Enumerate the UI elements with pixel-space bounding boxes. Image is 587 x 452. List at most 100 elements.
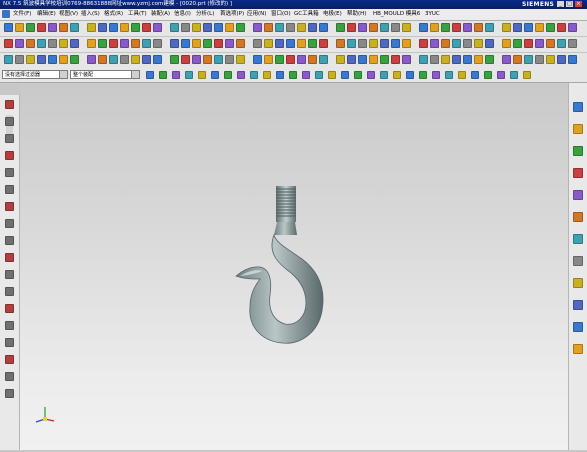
toolbar-tool-icon[interactable]: [568, 39, 577, 48]
toolbar-tool-icon[interactable]: [59, 39, 68, 48]
toolbar-tool-icon[interactable]: [170, 39, 179, 48]
toolbar-tool-icon[interactable]: [557, 23, 566, 32]
toolbar-tool-icon[interactable]: [568, 55, 577, 64]
menu-application[interactable]: 应用(N): [247, 9, 266, 20]
toolbar-tool-icon[interactable]: [452, 55, 461, 64]
trim-icon[interactable]: [5, 287, 14, 296]
extend-icon[interactable]: [5, 304, 14, 313]
selection-tool-icon[interactable]: [328, 71, 336, 79]
toolbar-tool-icon[interactable]: [153, 23, 162, 32]
circle-icon[interactable]: [5, 168, 14, 177]
selection-tool-icon[interactable]: [523, 71, 531, 79]
selection-tool-icon[interactable]: [315, 71, 323, 79]
selection-tool-icon[interactable]: [211, 71, 219, 79]
toolbar-tool-icon[interactable]: [120, 23, 129, 32]
menu-3yuc[interactable]: 3YUC: [425, 9, 440, 20]
selection-tool-icon[interactable]: [419, 71, 427, 79]
toolbar-tool-icon[interactable]: [48, 39, 57, 48]
selection-tool-icon[interactable]: [263, 71, 271, 79]
toolbar-tool-icon[interactable]: [535, 23, 544, 32]
toolbar-tool-icon[interactable]: [502, 23, 511, 32]
toolbar-tool-icon[interactable]: [109, 39, 118, 48]
toolbar-tool-icon[interactable]: [70, 23, 79, 32]
constraint-icon[interactable]: [5, 338, 14, 347]
toolbar-tool-icon[interactable]: [59, 55, 68, 64]
toolbar-tool-icon[interactable]: [297, 23, 306, 32]
toolbar-tool-icon[interactable]: [236, 23, 245, 32]
selection-tool-icon[interactable]: [497, 71, 505, 79]
toolbar-tool-icon[interactable]: [430, 55, 439, 64]
assembly-navigator-icon[interactable]: [573, 102, 583, 112]
toolbar-tool-icon[interactable]: [419, 55, 428, 64]
toolbar-tool-icon[interactable]: [15, 55, 24, 64]
toolbar-tool-icon[interactable]: [264, 39, 273, 48]
part-navigator-icon[interactable]: [5, 100, 14, 109]
scope-select[interactable]: 整个装配: [70, 70, 140, 79]
selection-tool-icon[interactable]: [406, 71, 414, 79]
toolbar-tool-icon[interactable]: [380, 23, 389, 32]
toolbar-tool-icon[interactable]: [214, 39, 223, 48]
toolbar-tool-icon[interactable]: [441, 55, 450, 64]
chamfer-icon[interactable]: [5, 202, 14, 211]
toolbar-tool-icon[interactable]: [131, 39, 140, 48]
menu-electrode[interactable]: 电极(E): [323, 9, 342, 20]
toolbar-tool-icon[interactable]: [192, 55, 201, 64]
menu-window[interactable]: 窗口(O): [271, 9, 291, 20]
toolbar-tool-icon[interactable]: [170, 55, 179, 64]
selection-tool-icon[interactable]: [172, 71, 180, 79]
toolbar-tool-icon[interactable]: [402, 55, 411, 64]
selection-tool-icon[interactable]: [237, 71, 245, 79]
toolbar-tool-icon[interactable]: [452, 39, 461, 48]
toolbar-tool-icon[interactable]: [253, 39, 262, 48]
selection-tool-icon[interactable]: [393, 71, 401, 79]
toolbar-tool-icon[interactable]: [502, 55, 511, 64]
toolbar-tool-icon[interactable]: [142, 55, 151, 64]
selection-tool-icon[interactable]: [471, 71, 479, 79]
toolbar-tool-icon[interactable]: [275, 39, 284, 48]
type-filter-select[interactable]: 没有选择过滤器: [2, 70, 68, 79]
toolbar-tool-icon[interactable]: [214, 55, 223, 64]
toolbar-tool-icon[interactable]: [26, 55, 35, 64]
toolbar-tool-icon[interactable]: [131, 55, 140, 64]
toolbar-tool-icon[interactable]: [535, 55, 544, 64]
toolbar-tool-icon[interactable]: [513, 39, 522, 48]
part-navigator-icon[interactable]: [573, 146, 583, 156]
offset-icon[interactable]: [5, 270, 14, 279]
toolbar-tool-icon[interactable]: [236, 55, 245, 64]
toolbar-tool-icon[interactable]: [142, 23, 151, 32]
selection-tool-icon[interactable]: [367, 71, 375, 79]
toolbar-tool-icon[interactable]: [275, 23, 284, 32]
selection-tool-icon[interactable]: [458, 71, 466, 79]
toolbar-tool-icon[interactable]: [524, 39, 533, 48]
toolbar-tool-icon[interactable]: [336, 39, 345, 48]
mirror-icon[interactable]: [5, 321, 14, 330]
toolbar-tool-icon[interactable]: [15, 23, 24, 32]
toolbar-tool-icon[interactable]: [358, 23, 367, 32]
toolbar-tool-icon[interactable]: [502, 39, 511, 48]
toolbar-tool-icon[interactable]: [153, 39, 162, 48]
toolbar-tool-icon[interactable]: [535, 39, 544, 48]
toolbar-tool-icon[interactable]: [48, 55, 57, 64]
toolbar-tool-icon[interactable]: [430, 23, 439, 32]
menu-tools[interactable]: 工具(T): [128, 9, 147, 20]
toolbar-tool-icon[interactable]: [181, 23, 190, 32]
selection-tool-icon[interactable]: [484, 71, 492, 79]
toolbar-tool-icon[interactable]: [87, 55, 96, 64]
toolbar-tool-icon[interactable]: [485, 39, 494, 48]
toolbar-tool-icon[interactable]: [513, 23, 522, 32]
menu-analysis[interactable]: 分析(L): [196, 9, 214, 20]
dimension-icon[interactable]: [5, 355, 14, 364]
selection-tool-icon[interactable]: [224, 71, 232, 79]
toolbar-tool-icon[interactable]: [181, 55, 190, 64]
toolbar-tool-icon[interactable]: [4, 23, 13, 32]
toolbar-tool-icon[interactable]: [452, 23, 461, 32]
toolbar-tool-icon[interactable]: [203, 39, 212, 48]
toolbar-tool-icon[interactable]: [308, 55, 317, 64]
toolbar-tool-icon[interactable]: [391, 39, 400, 48]
toolbar-tool-icon[interactable]: [297, 39, 306, 48]
menu-insert[interactable]: 插入(S): [81, 9, 100, 20]
sketch-icon[interactable]: [5, 117, 14, 126]
toolbar-tool-icon[interactable]: [546, 39, 555, 48]
system-materials-icon[interactable]: [573, 234, 583, 244]
toolbar-tool-icon[interactable]: [441, 39, 450, 48]
